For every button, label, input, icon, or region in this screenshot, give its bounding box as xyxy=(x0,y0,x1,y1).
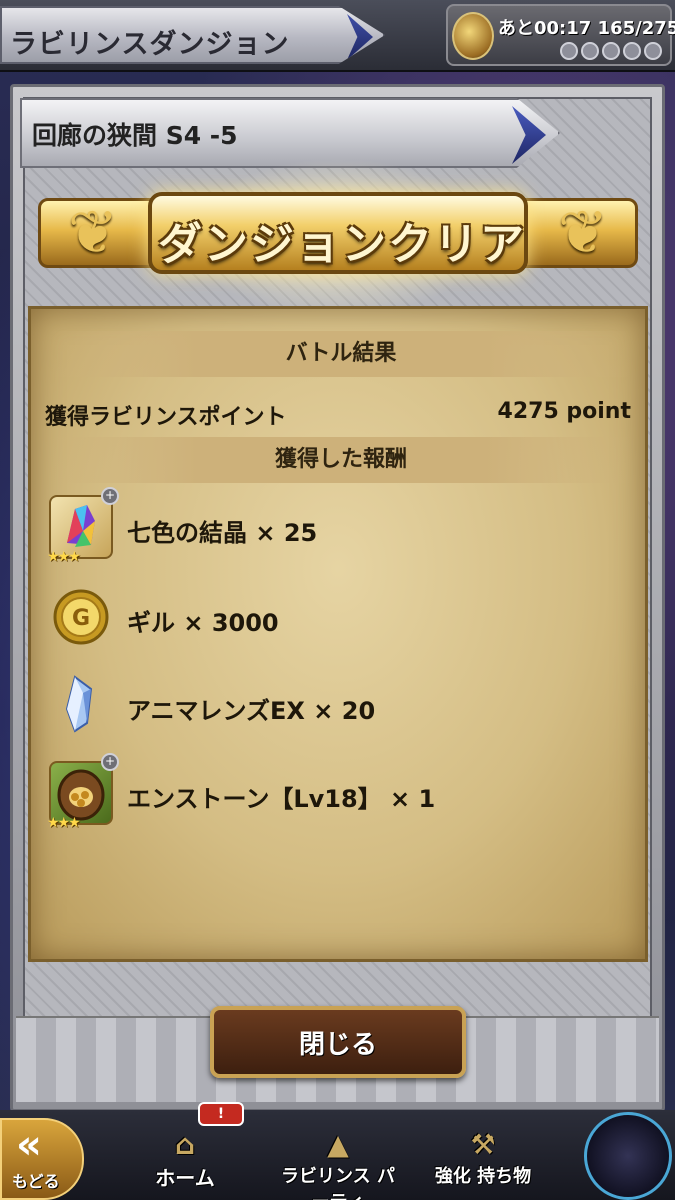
stamina-dot xyxy=(560,42,578,60)
nav-home[interactable]: ⌂ ホーム xyxy=(130,1128,240,1200)
back-button[interactable]: « もどる xyxy=(0,1118,84,1200)
points-label: 獲得ラビリンスポイント xyxy=(45,405,287,430)
close-button[interactable]: 閉じる xyxy=(210,1006,466,1078)
nav-party[interactable]: ▲ ラビリンス パーティ xyxy=(278,1128,398,1200)
points-row: 獲得ラビリンスポイント 4275 point xyxy=(45,393,631,431)
nav-home-label: ホーム xyxy=(155,1166,215,1190)
anvil-icon: ⚒ xyxy=(470,1128,496,1161)
stamina-indicator[interactable]: あと00:17 165/275 xyxy=(446,4,675,66)
stamina-dot xyxy=(602,42,620,60)
home-icon: ⌂ xyxy=(174,1128,196,1161)
ornament-right-icon: ❦ xyxy=(557,198,609,268)
notification-badge: ! xyxy=(198,1102,244,1126)
info-icon: + xyxy=(101,487,119,505)
back-label: もどる xyxy=(12,1172,60,1191)
plate-accent xyxy=(347,14,373,60)
clear-text: ダンジョンクリア xyxy=(158,219,526,270)
nav-items[interactable]: ⚒ 強化 持ち物 xyxy=(428,1128,538,1200)
stamina-dot xyxy=(581,42,599,60)
bottom-nav: « もどる ⌂ ホーム ▲ ラビリンス パーティ ⚒ 強化 持ち物 xyxy=(0,1110,675,1200)
stamina-dots xyxy=(560,42,662,60)
reward-label: エンストーン【Lv18】 × 1 xyxy=(127,785,436,813)
points-value: 4275 point xyxy=(497,399,631,424)
tent-icon: ▲ xyxy=(327,1128,349,1161)
ornament-left-icon: ❦ xyxy=(67,198,119,268)
battle-results-header: バトル結果 xyxy=(51,331,631,377)
svg-text:G: G xyxy=(72,606,90,631)
reward-item[interactable]: G ギル × 3000 xyxy=(45,581,605,655)
reward-item[interactable]: ★★★ + 七色の結晶 × 25 xyxy=(45,487,605,565)
nav-party-label: ラビリンス パーティ xyxy=(281,1166,395,1200)
reward-label: ギル × 3000 xyxy=(127,609,279,637)
stage-name: 回廊の狭間 S4 -5 xyxy=(32,121,238,150)
title-plate: ラビリンスダンジョン xyxy=(0,6,385,64)
clear-plate: ダンジョンクリア xyxy=(148,192,528,274)
results-parchment: バトル結果 獲得ラビリンスポイント 4275 point 獲得した報酬 ★★★ … xyxy=(28,306,648,962)
rainbow-crystal-icon: ★★★ + xyxy=(45,487,119,565)
stamina-icon xyxy=(452,12,494,60)
info-icon: + xyxy=(101,753,119,771)
screen-title: ラビリンスダンジョン xyxy=(10,29,290,60)
enstone-icon: ★★★ + xyxy=(45,753,119,831)
coin-svg: G xyxy=(53,589,109,645)
reward-label: 七色の結晶 × 25 xyxy=(127,519,318,547)
battle-results-title: バトル結果 xyxy=(285,341,397,366)
character-portrait-button[interactable] xyxy=(584,1112,672,1200)
gil-coin-icon: G xyxy=(45,581,117,653)
reward-item[interactable]: アニマレンズEX × 20 xyxy=(45,669,605,743)
rarity-stars: ★★★ xyxy=(47,549,81,565)
stamina-dot xyxy=(623,42,641,60)
nav-items-label: 強化 持ち物 xyxy=(434,1166,532,1187)
stamina-text: あと00:17 165/275 xyxy=(498,18,675,39)
rewards-header: 獲得した報酬 xyxy=(51,437,631,483)
anima-lens-icon xyxy=(45,669,117,741)
stamina-dot xyxy=(644,42,662,60)
reward-item[interactable]: ★★★ + エンストーン【Lv18】 × 1 xyxy=(45,753,605,831)
clear-banner: ❦ ❦ ダンジョンクリア xyxy=(38,158,638,318)
rewards-title: 獲得した報酬 xyxy=(274,447,407,472)
rarity-stars: ★★★ xyxy=(47,815,81,831)
top-bar: ラビリンスダンジョン あと00:17 165/275 xyxy=(0,0,675,72)
reward-label: アニマレンズEX × 20 xyxy=(127,697,376,725)
double-chevron-left-icon: « xyxy=(16,1122,42,1168)
lens-svg xyxy=(65,675,93,733)
